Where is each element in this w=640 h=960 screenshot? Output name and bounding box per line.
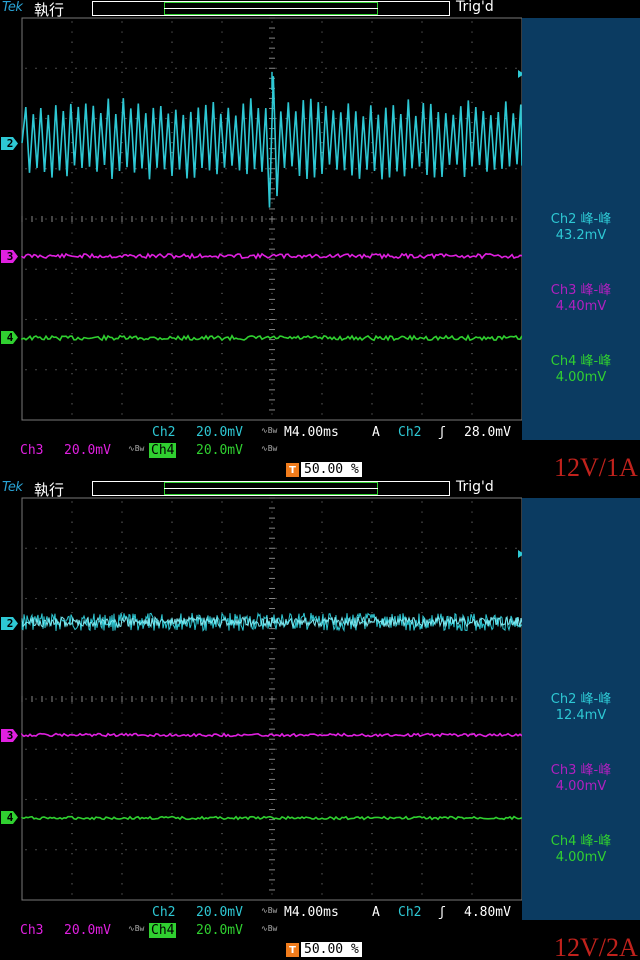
trigger-level: 28.0mV <box>464 425 511 440</box>
meas-label: Ch3 峰-峰 <box>550 763 612 778</box>
ch4-scale: 20.0mV <box>196 443 243 458</box>
ch4-peak-to-peak: Ch4 峰-峰 4.00mV <box>526 354 636 386</box>
bandwidth-icon: ∿Bw <box>261 426 278 435</box>
ch4-ground-marker[interactable]: 4 <box>1 811 19 824</box>
trigger-level: 4.80mV <box>464 905 511 920</box>
trigger-t-icon: T <box>286 943 299 957</box>
meas-label: Ch4 峰-峰 <box>550 834 612 849</box>
meas-label: Ch2 峰-峰 <box>550 692 612 707</box>
rising-edge-icon: ʃ <box>438 905 446 920</box>
ch3-scale: 20.0mV <box>64 443 111 458</box>
ch2-ground-marker[interactable]: 2 <box>1 617 19 630</box>
timebase: M4.00ms <box>284 905 339 920</box>
bandwidth-icon: ∿Bw <box>128 924 145 933</box>
ch3-scale: 20.0mV <box>64 923 111 938</box>
meas-label: Ch4 峰-峰 <box>550 354 612 369</box>
ch2-label: Ch2 <box>152 905 176 920</box>
meas-value: 4.00mV <box>555 850 607 865</box>
scope-panel-2: Tek 執行 Trig'd T 2 3 4 Ch2 峰-峰 12.4mV Ch3… <box>0 480 640 960</box>
waveform-graticule <box>21 497 522 901</box>
meas-value: 4.00mV <box>555 370 607 385</box>
rising-edge-icon: ʃ <box>438 425 446 440</box>
ch3-ground-marker[interactable]: 3 <box>1 729 19 742</box>
trigger-t-icon: T <box>286 463 299 477</box>
ch2-scale: 20.0mV <box>196 905 243 920</box>
meas-value: 12.4mV <box>555 708 607 723</box>
ch2-ground-marker[interactable]: 2 <box>1 137 19 150</box>
scope-panel-1: Tek 執行 Trig'd T 2 3 4 Ch2 峰-峰 43.2mV Ch3… <box>0 0 640 480</box>
ch3-peak-to-peak: Ch3 峰-峰 4.40mV <box>526 283 636 315</box>
handwritten-annotation: 12V/1A <box>554 453 638 480</box>
ch4-ground-marker[interactable]: 4 <box>1 331 19 344</box>
ch4-label: Ch4 <box>149 443 177 458</box>
meas-label: Ch3 峰-峰 <box>550 283 612 298</box>
ch3-ground-marker[interactable]: 3 <box>1 250 19 263</box>
ch2-label: Ch2 <box>152 425 176 440</box>
trigger-position-percent: 50.00 % <box>301 462 362 477</box>
meas-label: Ch2 峰-峰 <box>550 212 612 227</box>
ch3-label: Ch3 <box>20 923 44 938</box>
bandwidth-icon: ∿Bw <box>128 444 145 453</box>
meas-value: 4.00mV <box>555 779 607 794</box>
trigger-source: Ch2 <box>398 425 422 440</box>
ch2-scale: 20.0mV <box>196 425 243 440</box>
bandwidth-icon: ∿Bw <box>261 906 278 915</box>
waveform-graticule <box>21 17 522 421</box>
ch4-scale: 20.0mV <box>196 923 243 938</box>
bandwidth-icon: ∿Bw <box>261 924 278 933</box>
ch4-label: Ch4 <box>149 923 177 938</box>
handwritten-annotation: 12V/2A <box>554 933 638 960</box>
acquisition-mode: A <box>372 905 380 920</box>
ch2-peak-to-peak: Ch2 峰-峰 12.4mV <box>526 692 636 724</box>
ch4-peak-to-peak: Ch4 峰-峰 4.00mV <box>526 834 636 866</box>
meas-value: 43.2mV <box>555 228 607 243</box>
acquisition-mode: A <box>372 425 380 440</box>
trigger-source: Ch2 <box>398 905 422 920</box>
ch3-peak-to-peak: Ch3 峰-峰 4.00mV <box>526 763 636 795</box>
meas-value: 4.40mV <box>555 299 607 314</box>
trigger-position-percent: 50.00 % <box>301 942 362 957</box>
ch3-label: Ch3 <box>20 443 44 458</box>
timebase: M4.00ms <box>284 425 339 440</box>
ch2-peak-to-peak: Ch2 峰-峰 43.2mV <box>526 212 636 244</box>
bandwidth-icon: ∿Bw <box>261 444 278 453</box>
